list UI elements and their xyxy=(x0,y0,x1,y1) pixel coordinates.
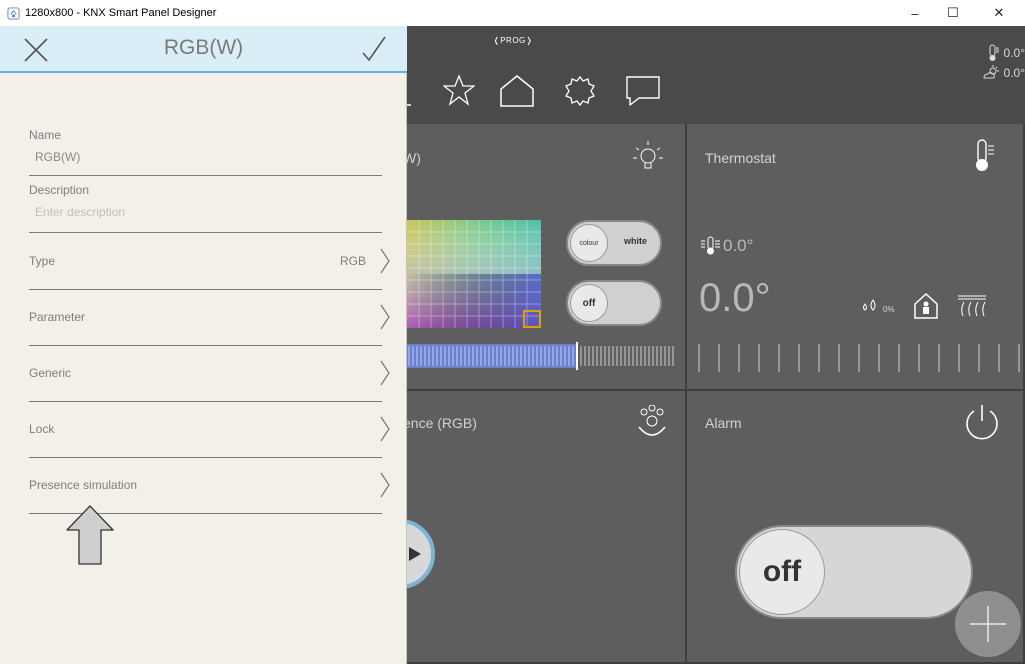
message-icon[interactable] xyxy=(625,74,661,108)
close-window-button[interactable]: ✕ xyxy=(980,0,1018,26)
humidity-icon xyxy=(863,299,876,311)
heating-icon[interactable] xyxy=(957,294,987,318)
arrow-up-icon xyxy=(66,505,114,565)
name-label: Name xyxy=(29,128,62,142)
weather-readout: 0.0° 0.0° xyxy=(955,43,1025,83)
confirm-check-icon[interactable] xyxy=(361,35,387,63)
name-field[interactable]: Name RGB(W) xyxy=(29,128,382,176)
humidity-value: 0% xyxy=(883,305,895,314)
actual-temperature: 0.0° xyxy=(699,276,771,320)
lock-label: Lock xyxy=(29,422,55,436)
chevron-right-icon xyxy=(380,304,390,330)
parameter-row[interactable]: Parameter xyxy=(29,290,390,346)
plus-icon xyxy=(970,606,1006,642)
bulb-icon xyxy=(633,141,663,169)
app-icon xyxy=(7,6,20,20)
gear-icon[interactable] xyxy=(563,74,597,108)
color-palette[interactable] xyxy=(407,220,541,328)
description-field[interactable]: Description Enter description xyxy=(29,183,382,233)
thermostat-tile[interactable]: Thermostat 0.0° 0.0° 0% xyxy=(687,124,1025,391)
maximize-button[interactable]: ☐ xyxy=(934,0,972,26)
type-row[interactable]: Type RGB xyxy=(29,234,390,290)
window-title: 1280x800 - KNX Smart Panel Designer xyxy=(25,7,217,19)
setpoint-value: 0.0° xyxy=(723,236,754,255)
lock-row[interactable]: Lock xyxy=(29,402,390,458)
presence-tile-title: ence (RGB) xyxy=(403,415,477,431)
prog-indicator[interactable]: ❬PROG❭ xyxy=(493,36,533,45)
alarm-toggle[interactable]: off xyxy=(735,525,973,619)
brightness-slider[interactable] xyxy=(407,342,677,370)
minimize-button[interactable]: – xyxy=(896,0,934,26)
weather-icon xyxy=(983,65,999,79)
alarm-title: Alarm xyxy=(705,415,742,431)
off-knob: off xyxy=(570,284,608,322)
colour-knob: colour xyxy=(570,224,608,262)
alarm-off-knob: off xyxy=(739,529,825,615)
panel-title: RGB(W) xyxy=(163,36,244,59)
type-value: RGB xyxy=(339,254,366,268)
window-titlebar: 1280x800 - KNX Smart Panel Designer – ☐ … xyxy=(0,0,1025,26)
description-label: Description xyxy=(29,183,90,197)
indoor-temp: 0.0° xyxy=(1003,46,1025,60)
chevron-right-icon xyxy=(380,360,390,386)
colour-white-toggle[interactable]: colour white xyxy=(566,220,662,266)
alarm-tile[interactable]: Alarm off xyxy=(687,391,1025,664)
people-icon xyxy=(638,405,666,436)
name-input[interactable]: RGB(W) xyxy=(35,150,382,164)
type-label: Type xyxy=(29,254,56,268)
outdoor-temp: 0.0° xyxy=(1003,66,1025,80)
rgb-tile[interactable]: W) colour white off xyxy=(395,124,687,391)
add-button[interactable] xyxy=(955,591,1021,657)
humidity-readout: 0% xyxy=(861,298,895,314)
presence-person-icon[interactable] xyxy=(913,292,939,320)
generic-row[interactable]: Generic xyxy=(29,346,390,402)
white-label: white xyxy=(624,236,648,246)
home-icon[interactable] xyxy=(499,74,535,108)
play-icon xyxy=(409,547,421,561)
thermostat-title: Thermostat xyxy=(705,150,776,166)
settings-panel: RGB(W) Name RGB(W) Description Enter des… xyxy=(0,26,407,664)
thermometer-icon xyxy=(989,44,999,61)
rgb-power-toggle[interactable]: off xyxy=(566,280,662,326)
chevron-right-icon xyxy=(380,472,390,498)
description-input[interactable]: Enter description xyxy=(35,205,382,219)
setpoint-slider[interactable] xyxy=(697,342,1023,374)
presence-simulation-label: Presence simulation xyxy=(29,478,138,492)
chevron-right-icon xyxy=(380,248,390,274)
setpoint-readout: 0.0° xyxy=(701,236,753,256)
panel-header: RGB(W) xyxy=(0,26,407,73)
star-icon[interactable] xyxy=(443,74,475,106)
parameter-label: Parameter xyxy=(29,310,86,324)
small-thermometer-icon xyxy=(701,236,720,255)
generic-label: Generic xyxy=(29,366,72,380)
power-icon xyxy=(966,405,998,440)
chevron-right-icon xyxy=(380,416,390,442)
presence-simulation-tile[interactable]: ence (RGB) xyxy=(365,391,687,664)
thermostat-icon xyxy=(976,139,994,171)
